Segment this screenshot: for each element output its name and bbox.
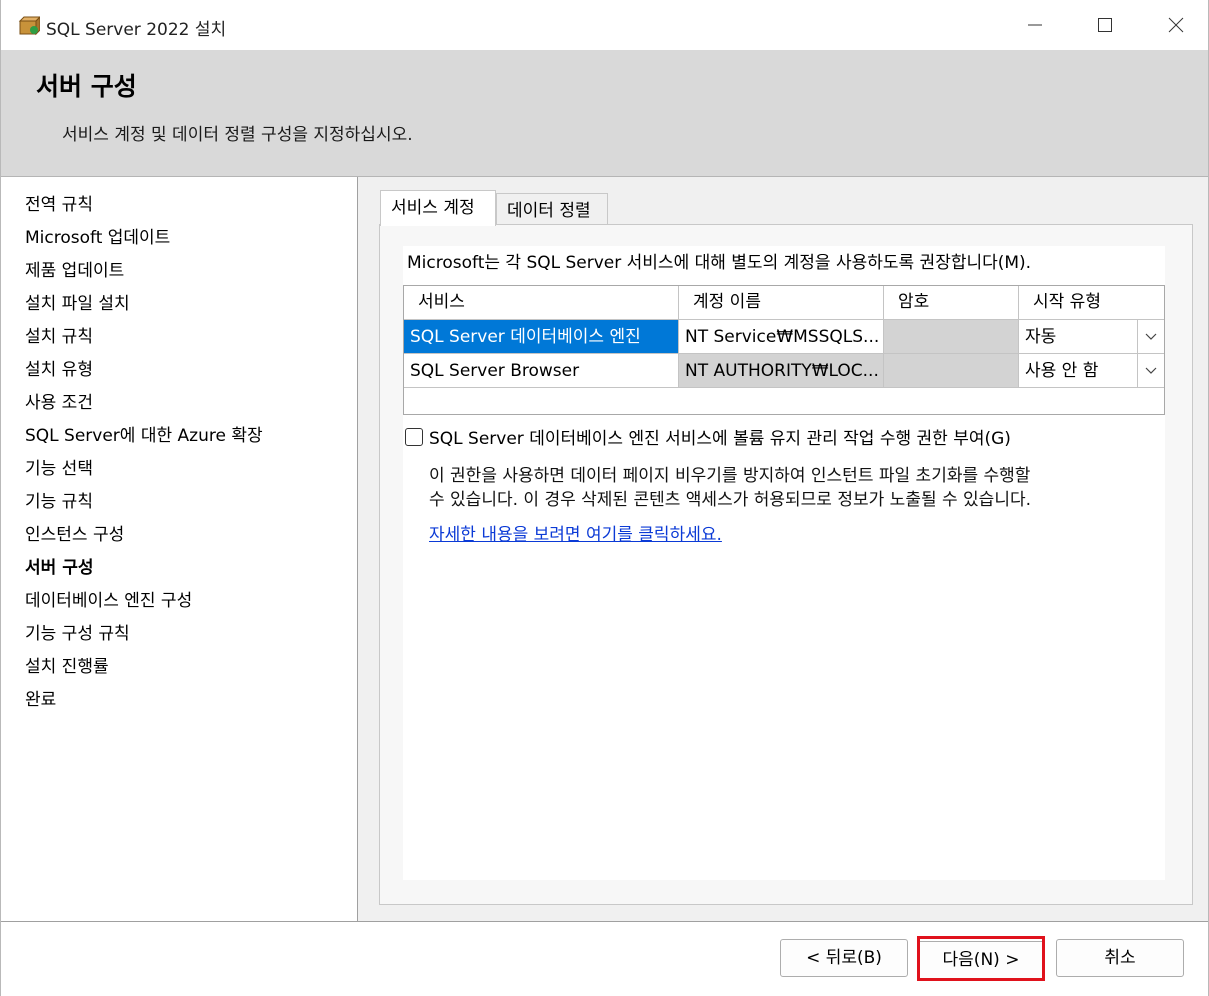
column-header-service[interactable]: 서비스 xyxy=(404,286,679,320)
nav-item-feature-rules[interactable]: 기능 규칙 xyxy=(25,487,93,517)
window-title: SQL Server 2022 설치 xyxy=(46,20,227,40)
close-button[interactable] xyxy=(1156,10,1196,40)
tab-service-accounts[interactable]: 서비스 계정 xyxy=(380,190,496,226)
nav-item-install-setup-files[interactable]: 설치 파일 설치 xyxy=(25,289,130,319)
row-1-account-name-input[interactable]: NT Service₩MSSQLS... xyxy=(679,320,884,354)
page-header: 서버 구성 서비스 계정 및 데이터 정렬 구성을 지정하십시오. xyxy=(1,50,1208,177)
row-1-startup-type-select[interactable]: 자동 xyxy=(1019,320,1164,354)
row-1-startup-type-value: 자동 xyxy=(1025,327,1057,347)
nav-item-feature-selection[interactable]: 기능 선택 xyxy=(25,454,93,484)
maximize-icon xyxy=(1098,18,1112,32)
volume-maintenance-description-line-2: 수 있습니다. 이 경우 삭제된 콘텐츠 액세스가 허용되므로 정보가 노출될 … xyxy=(429,490,1032,510)
row-2-startup-type-select[interactable]: 사용 안 함 xyxy=(1019,354,1164,388)
installer-window: SQL Server 2022 설치 서버 구성 서비스 계정 및 데이터 정렬… xyxy=(0,0,1209,996)
chevron-down-icon[interactable] xyxy=(1137,354,1164,387)
row-2-startup-type-value: 사용 안 함 xyxy=(1025,361,1099,381)
minimize-icon xyxy=(1028,24,1042,26)
more-info-link[interactable]: 자세한 내용을 보려면 여기를 클릭하세요. xyxy=(429,520,722,545)
row-1-password-input[interactable] xyxy=(884,320,1019,354)
back-button[interactable]: < 뒤로(B) xyxy=(780,939,908,977)
installer-box-icon xyxy=(18,14,42,36)
step-navigation: 전역 규칙 Microsoft 업데이트 제품 업데이트 설치 파일 설치 설치… xyxy=(1,177,358,921)
next-button-highlight xyxy=(917,936,1045,981)
nav-item-database-engine-configuration[interactable]: 데이터베이스 엔진 구성 xyxy=(25,586,192,616)
nav-item-azure-extension[interactable]: SQL Server에 대한 Azure 확장 xyxy=(25,421,263,451)
service-accounts-grid: 서비스 계정 이름 암호 시작 유형 SQL Server 데이터베이스 엔진 … xyxy=(403,285,1165,415)
nav-item-installation-type[interactable]: 설치 유형 xyxy=(25,355,93,385)
nav-item-product-updates[interactable]: 제품 업데이트 xyxy=(25,256,124,286)
row-2-password-input[interactable] xyxy=(884,354,1019,388)
account-recommendation-text: Microsoft는 각 SQL Server 서비스에 대해 별도의 계정을 … xyxy=(407,253,1032,273)
volume-maintenance-description-line-1: 이 권한을 사용하면 데이터 페이지 비우기를 방지하여 인스턴트 파일 초기화… xyxy=(429,466,1031,486)
nav-item-global-rules[interactable]: 전역 규칙 xyxy=(25,190,93,220)
volume-maintenance-checkbox[interactable] xyxy=(405,428,423,446)
nav-item-installation-progress[interactable]: 설치 진행률 xyxy=(25,652,109,682)
close-icon xyxy=(1168,17,1184,33)
row-2-account-name-input[interactable]: NT AUTHORITY₩LOC... xyxy=(679,354,884,388)
tab-collation[interactable]: 데이터 정렬 xyxy=(496,193,608,227)
nav-item-install-rules[interactable]: 설치 규칙 xyxy=(25,322,93,352)
page-title: 서버 구성 xyxy=(36,72,137,101)
nav-item-complete[interactable]: 완료 xyxy=(25,685,56,715)
maximize-button[interactable] xyxy=(1085,10,1125,40)
row-1-service-cell[interactable]: SQL Server 데이터베이스 엔진 xyxy=(404,320,679,354)
nav-item-feature-configuration-rules[interactable]: 기능 구성 규칙 xyxy=(25,619,130,649)
nav-item-license-terms[interactable]: 사용 조건 xyxy=(25,388,93,418)
minimize-button[interactable] xyxy=(1015,10,1055,40)
cancel-button[interactable]: 취소 xyxy=(1056,939,1184,977)
column-header-password[interactable]: 암호 xyxy=(884,286,1019,320)
chevron-down-icon[interactable] xyxy=(1137,320,1164,353)
title-bar: SQL Server 2022 설치 xyxy=(1,0,1208,50)
column-header-startup-type[interactable]: 시작 유형 xyxy=(1019,286,1164,320)
nav-item-server-configuration[interactable]: 서버 구성 xyxy=(25,553,93,583)
volume-maintenance-checkbox-label[interactable]: SQL Server 데이터베이스 엔진 서비스에 볼륨 유지 관리 작업 수행… xyxy=(429,424,1011,449)
nav-item-microsoft-update[interactable]: Microsoft 업데이트 xyxy=(25,223,170,253)
column-header-account-name[interactable]: 계정 이름 xyxy=(679,286,884,320)
row-2-service-cell[interactable]: SQL Server Browser xyxy=(404,354,679,388)
nav-item-instance-configuration[interactable]: 인스턴스 구성 xyxy=(25,520,124,550)
page-subtitle: 서비스 계정 및 데이터 정렬 구성을 지정하십시오. xyxy=(62,125,413,145)
